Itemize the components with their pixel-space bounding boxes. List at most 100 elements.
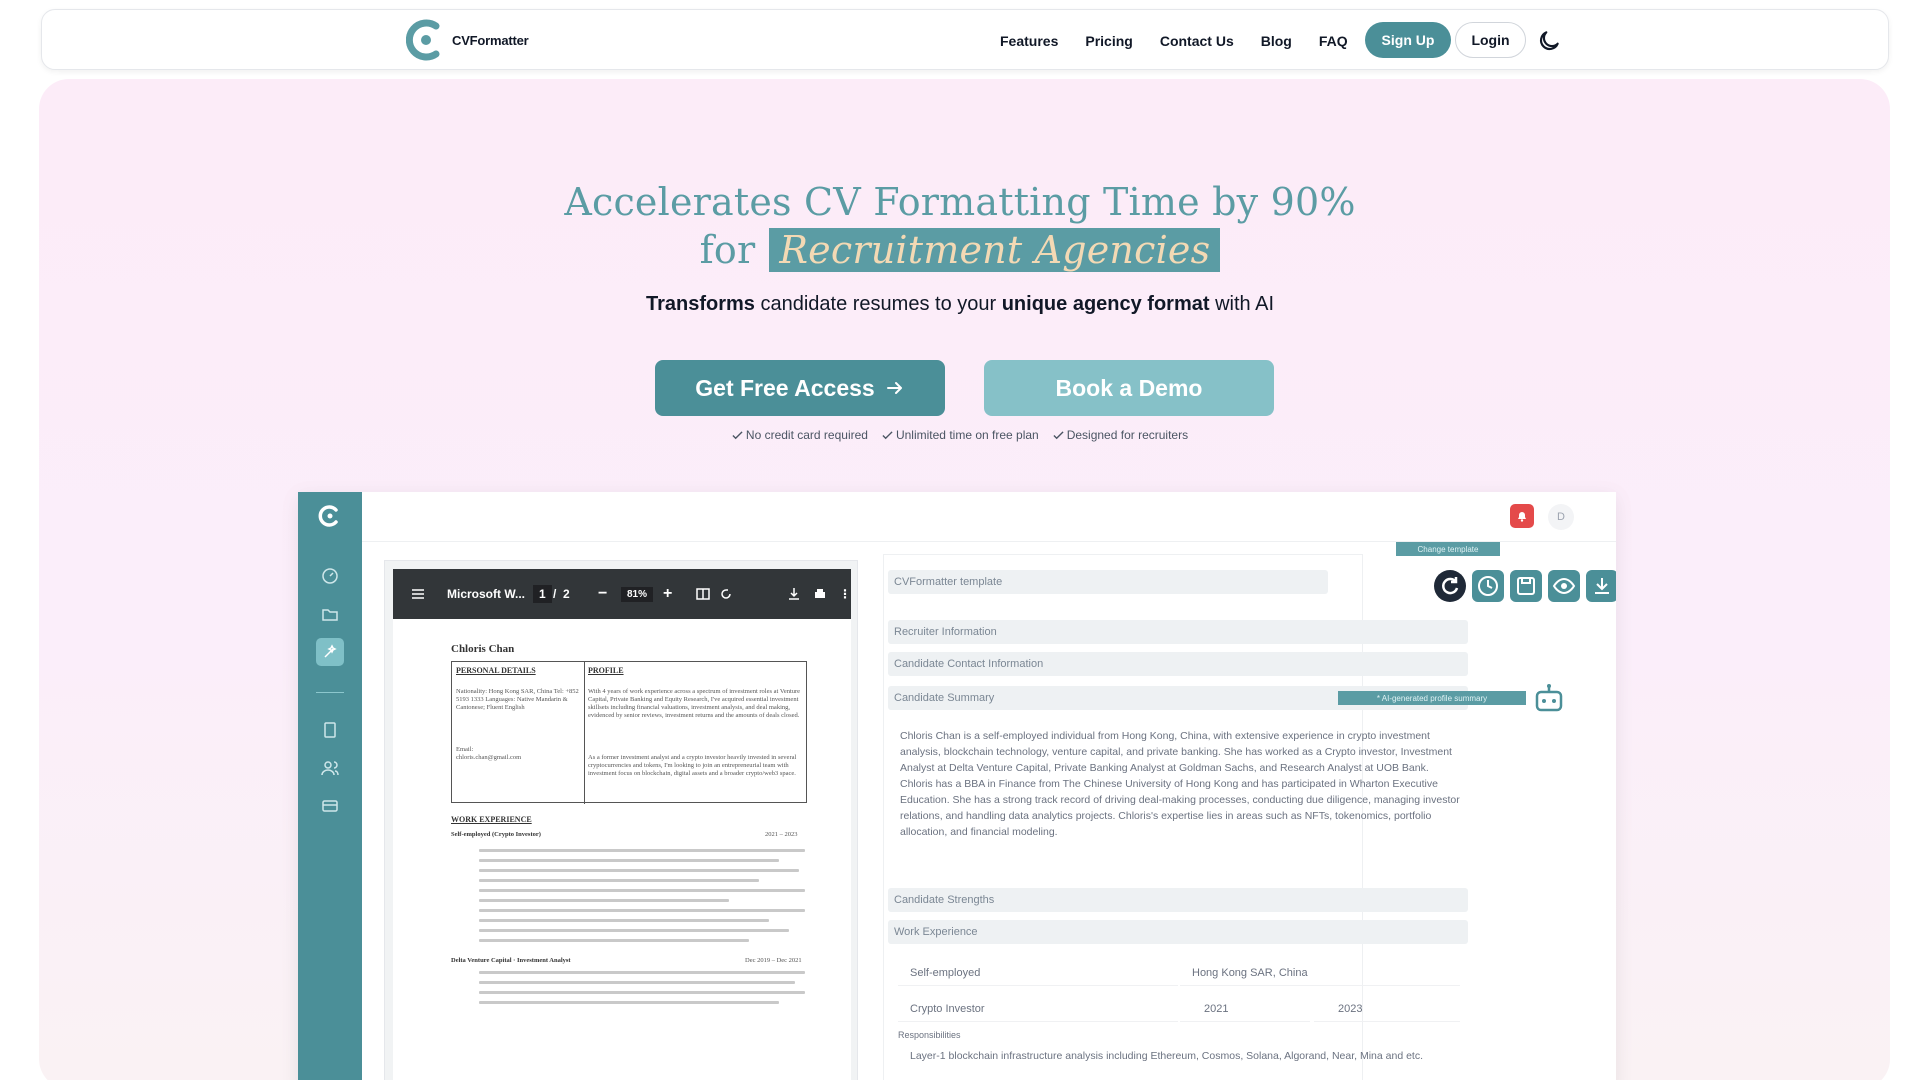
cv-text-line	[479, 1001, 779, 1004]
zoom-out-icon[interactable]: −	[598, 585, 607, 603]
magic-icon	[324, 644, 337, 658]
clock-icon	[1478, 576, 1498, 596]
bell-icon	[1518, 512, 1526, 522]
cv-profile-text-2: As a former investment analyst and a cry…	[588, 754, 797, 777]
print-icon[interactable]	[813, 587, 827, 601]
nav-link-blog[interactable]: Blog	[1261, 33, 1292, 49]
avatar[interactable]: D	[1548, 504, 1574, 530]
location-field[interactable]: Hong Kong SAR, China	[1180, 960, 1460, 986]
candidate-summary-text[interactable]: Chloris Chan is a self-employed individu…	[900, 728, 1460, 840]
start-year-field[interactable]: 2021	[1180, 996, 1310, 1022]
check-item: Designed for recruiters	[1053, 428, 1188, 442]
cv-text-line	[479, 879, 759, 882]
company-field[interactable]: Self-employed	[898, 960, 1178, 986]
check-icon	[1053, 430, 1064, 439]
pdf-page-sep: /	[553, 587, 557, 601]
app-sidebar	[298, 492, 362, 1080]
pdf-page-total: 2	[563, 587, 570, 601]
moon-icon[interactable]	[1536, 28, 1562, 54]
get-free-access-button[interactable]: Get Free Access	[655, 360, 945, 416]
more-icon[interactable]: ⋮	[839, 587, 851, 601]
cv-candidate-name: Chloris Chan	[451, 643, 515, 655]
dashboard-icon[interactable]	[320, 566, 340, 586]
zoom-in-icon[interactable]: +	[663, 585, 672, 603]
cv-text-line	[479, 909, 805, 912]
save-button[interactable]	[1510, 570, 1542, 602]
nav-link-faq[interactable]: FAQ	[1319, 33, 1348, 49]
end-year-field[interactable]: 2023	[1314, 996, 1460, 1022]
section-candidate-contact[interactable]: Candidate Contact Information	[888, 652, 1468, 676]
cv-text-line	[479, 869, 799, 872]
cv-text-line	[479, 939, 749, 942]
get-free-access-label: Get Free Access	[695, 374, 875, 401]
responsibilities-text[interactable]: Layer-1 blockchain infrastructure analys…	[910, 1048, 1470, 1064]
nav-link-contact[interactable]: Contact Us	[1160, 33, 1234, 49]
nav-link-features[interactable]: Features	[1000, 33, 1058, 49]
cv-job2-dates: Dec 2019 – Dec 2021	[745, 957, 802, 964]
cv-work-heading: WORK EXPERIENCE	[451, 815, 532, 824]
top-navbar: CVFormatter Features Pricing Contact Us …	[41, 9, 1889, 70]
nav-link-pricing[interactable]: Pricing	[1085, 33, 1132, 49]
card-icon[interactable]	[320, 796, 340, 816]
subtitle-bold-2: unique agency format	[1001, 293, 1210, 315]
section-recruiter-info[interactable]: Recruiter Information	[888, 620, 1468, 644]
pdf-title: Microsoft W...	[447, 587, 525, 601]
arrow-right-icon	[886, 382, 902, 394]
cv-text-line	[479, 929, 789, 932]
hero-title-for: for	[699, 228, 756, 272]
book-demo-button[interactable]: Book a Demo	[984, 360, 1274, 416]
check-label: Designed for recruiters	[1066, 428, 1189, 442]
cv-text-line	[479, 919, 769, 922]
menu-icon[interactable]	[411, 587, 425, 601]
pdf-page: Chloris Chan PERSONAL DETAILS PROFILE Na…	[393, 619, 851, 1080]
refresh-button[interactable]	[1434, 570, 1466, 602]
role-field[interactable]: Crypto Investor	[898, 996, 1178, 1022]
cv-job2-title: Delta Venture Capital · Investment Analy…	[451, 957, 571, 964]
signup-button[interactable]: Sign Up	[1365, 22, 1451, 58]
template-select[interactable]: CVFormatter template	[888, 570, 1328, 594]
download-button[interactable]	[1586, 570, 1616, 602]
logo[interactable]: CVFormatter	[406, 18, 529, 62]
cv-text-line	[479, 889, 805, 892]
cv-text-line	[479, 981, 795, 984]
eye-icon	[1552, 577, 1576, 595]
cv-text-line	[479, 971, 805, 974]
robot-icon[interactable]	[1532, 682, 1566, 716]
cv-personal-details: Nationality: Hong Kong SAR, China Tel: +…	[456, 688, 579, 711]
check-item: No credit card required	[732, 428, 868, 442]
responsibilities-label: Responsibilities	[898, 1030, 961, 1040]
check-icon	[882, 430, 893, 439]
save-icon	[1517, 577, 1535, 595]
rotate-icon[interactable]	[719, 587, 733, 601]
logo-text: CVFormatter	[452, 32, 529, 48]
preview-button[interactable]	[1548, 570, 1580, 602]
cv-job1-dates: 2021 – 2023	[765, 831, 798, 838]
notification-icon[interactable]	[1510, 504, 1534, 528]
hero-checklist: No credit card required Unlimited time o…	[0, 428, 1920, 442]
book-icon[interactable]	[320, 720, 340, 740]
change-template-button[interactable]: Change template	[1396, 542, 1500, 556]
app-logo-icon	[318, 505, 338, 527]
history-button[interactable]	[1472, 570, 1504, 602]
cv-email-label: Email:	[456, 746, 474, 753]
hero-subtitle: Transforms candidate resumes to your uni…	[0, 293, 1920, 316]
subtitle-bold-1: Transforms	[645, 293, 755, 315]
sidebar-divider	[316, 692, 344, 693]
refresh-icon	[1442, 577, 1459, 595]
cv-profile-heading: PROFILE	[588, 666, 624, 675]
cv-text-line	[479, 859, 779, 862]
pdf-zoom[interactable]: 81%	[621, 586, 654, 602]
pdf-page-current[interactable]: 1	[533, 585, 552, 603]
login-button[interactable]: Login	[1455, 22, 1526, 58]
app-preview: D Microsoft W... 1 / 2 − 81% + ⋮ Chloris…	[298, 492, 1616, 1080]
section-work-experience[interactable]: Work Experience	[888, 920, 1468, 944]
folder-icon[interactable]	[320, 604, 340, 624]
cv-job1-title: Self-employed (Crypto Investor)	[451, 831, 541, 838]
fit-page-icon[interactable]	[696, 587, 710, 601]
cvformatter-logo-icon	[406, 19, 440, 61]
cv-text-line	[479, 849, 805, 852]
download-icon[interactable]	[787, 587, 801, 601]
section-candidate-strengths[interactable]: Candidate Strengths	[888, 888, 1468, 912]
app-topbar	[362, 492, 1616, 542]
users-icon[interactable]	[320, 758, 340, 778]
